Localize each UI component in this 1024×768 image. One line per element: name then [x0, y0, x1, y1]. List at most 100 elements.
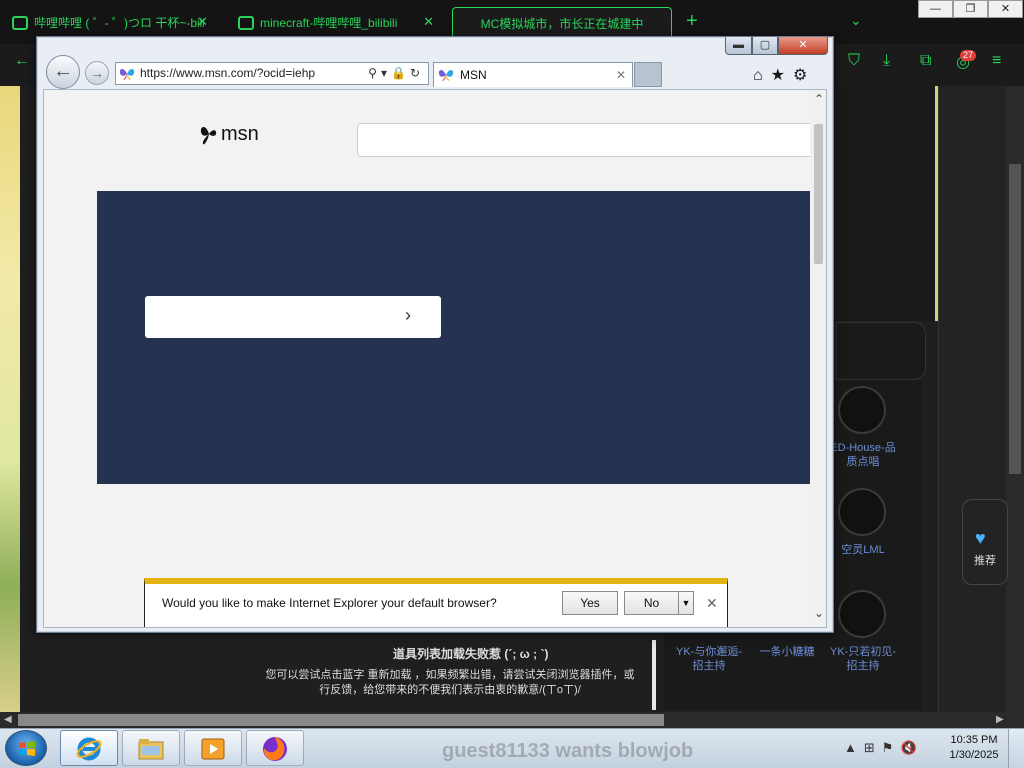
forward-button[interactable]: → — [85, 61, 109, 85]
minimize-button[interactable]: — — [918, 0, 953, 18]
bg-tab-bilibili-home[interactable]: 哔哩哔哩 ( ゜- ゜)つロ 干杯~-bili ✕ — [2, 7, 216, 37]
hero-action-button[interactable]: › — [145, 296, 441, 338]
dropdown-arrow-icon[interactable]: ▼ — [678, 591, 694, 615]
hero-banner: › — [97, 191, 811, 484]
recommend-button[interactable]: ♥ 推荐 — [962, 499, 1008, 585]
system-clock[interactable]: 10:35 PM 1/30/2025 — [944, 733, 1004, 763]
window-controls: — ❐ ✕ — [918, 0, 1024, 18]
up-label[interactable]: YK-只若初见-招主持 — [828, 645, 898, 673]
restore-button[interactable]: ❐ — [953, 0, 988, 18]
new-tab-button[interactable] — [634, 62, 662, 87]
start-button[interactable] — [5, 730, 47, 766]
scrollbar-thumb[interactable] — [814, 124, 823, 264]
taskbar-internet-explorer[interactable] — [60, 730, 118, 766]
internet-explorer-window: ▬ ▢ ✕ ← → https://www.msn.com/?ocid=iehp… — [36, 36, 834, 633]
url-text: https://www.msn.com/?ocid=iehp — [140, 66, 316, 80]
taskbar-firefox[interactable] — [246, 730, 304, 766]
maximize-button[interactable]: ▢ — [752, 37, 778, 55]
scroll-up-icon[interactable]: ⌃ — [812, 92, 826, 106]
scrollbar-thumb[interactable] — [1009, 164, 1021, 474]
lock-icon[interactable]: 🔒 — [391, 66, 410, 80]
bg-tab-mc-city[interactable]: MC模拟城市，市长正在城建中 — [452, 7, 672, 37]
ie-right-tools: ⌂★⚙ — [753, 65, 815, 85]
close-button[interactable]: ✕ — [778, 37, 828, 55]
favorites-star-icon[interactable]: ★ — [771, 67, 793, 84]
error-message-2: 行反馈，给您带来的不便我们表示由衷的歉意/(ㄒoㄒ)/ — [319, 684, 581, 696]
menu-icon[interactable]: ≡ — [992, 52, 1001, 70]
tab-label: MSN — [460, 68, 487, 82]
ghost-overlay-text: guest81133 wants blowjob — [442, 740, 694, 762]
bg-tab-title: minecraft-哔哩哔哩_bilibili — [260, 15, 398, 30]
up-label[interactable]: ED-House-品质点唱 — [828, 441, 898, 469]
vertical-scrollbar[interactable]: ⌃ ⌄ — [810, 90, 826, 627]
scrollbar-thumb[interactable] — [18, 714, 664, 726]
yes-button[interactable]: Yes — [562, 591, 618, 615]
search-input[interactable] — [357, 123, 817, 157]
home-icon[interactable]: ⌂ — [753, 67, 771, 84]
action-center-flag-icon[interactable]: ⚑ — [882, 740, 901, 755]
volume-muted-icon[interactable]: 🔇 — [900, 740, 923, 755]
scroll-right-icon[interactable]: ▶ — [996, 712, 1004, 728]
address-bar[interactable]: https://www.msn.com/?ocid=iehp ⚲▾🔒↻ — [115, 62, 429, 85]
search-icon[interactable]: ⚲ — [368, 66, 381, 80]
shield-icon[interactable]: ⛉ — [848, 52, 860, 70]
taskbar-windows-explorer[interactable] — [122, 730, 180, 766]
scroll-left-icon[interactable]: ◀ — [4, 712, 12, 728]
bg-tab-minecraft[interactable]: minecraft-哔哩哔哩_bilibili ✕ — [228, 7, 442, 37]
avatar[interactable] — [838, 386, 886, 434]
close-icon[interactable]: ✕ — [197, 7, 208, 37]
no-button[interactable]: No — [624, 591, 679, 615]
close-icon[interactable]: ✕ — [423, 7, 434, 37]
back-arrow-icon[interactable]: ← — [14, 52, 30, 70]
bg-tab-title: 哔哩哔哩 ( ゜- ゜)つロ 干杯~-bili — [34, 15, 204, 30]
up-label[interactable]: 空灵LML — [828, 543, 898, 557]
clock-time: 10:35 PM — [950, 734, 998, 746]
notification-badge: 27 — [960, 50, 977, 61]
msn-butterfly-icon — [438, 70, 454, 82]
page-viewport: msn › ⌃ ⌄ Would you like to make Interne… — [43, 89, 827, 628]
error-message: 您可以尝试点击蓝字 重新加载 ，如果频繁出错，请尝试关闭浏览器插件，或 — [265, 669, 635, 681]
tab-msn[interactable]: MSN ✕ — [433, 62, 633, 87]
show-desktop-button[interactable] — [1008, 729, 1024, 768]
windows-explorer-icon — [138, 739, 164, 760]
gear-icon[interactable]: ⚙ — [793, 67, 815, 84]
chevron-down-icon[interactable]: ⌄ — [850, 12, 862, 29]
scroll-down-icon[interactable]: ⌄ — [812, 606, 826, 620]
minimize-button[interactable]: ▬ — [725, 37, 752, 55]
firefox-icon — [263, 737, 287, 761]
avatar[interactable] — [838, 590, 886, 638]
title-bar[interactable] — [37, 37, 833, 61]
banner-art-right — [836, 86, 938, 321]
bilibili-tv-icon — [238, 15, 254, 30]
msn-logo[interactable]: msn — [200, 123, 259, 146]
msn-butterfly-icon — [119, 69, 135, 81]
avatar[interactable] — [838, 488, 886, 536]
media-player-icon — [201, 738, 225, 760]
dropdown-icon[interactable]: ▾ — [381, 66, 391, 80]
error-title: 道具列表加载失败惹 (´; ω ; `) — [393, 647, 549, 661]
network-icon[interactable]: ⊞ — [864, 740, 882, 755]
horizontal-scrollbar[interactable]: ◀ ▶ — [0, 712, 1024, 728]
divider — [652, 640, 656, 710]
page-scrollbar[interactable] — [1006, 86, 1024, 712]
refresh-icon[interactable]: ↻ — [410, 66, 424, 80]
up-label[interactable]: 一条小糖糖 — [752, 645, 822, 659]
show-hidden-icons-icon[interactable]: ▲ — [844, 740, 864, 755]
msn-logo-text: msn — [221, 123, 259, 145]
panel-tab — [836, 322, 926, 380]
clock-date: 1/30/2025 — [949, 749, 999, 761]
extensions-icon[interactable]: ⧉ — [920, 52, 931, 70]
bilibili-tv-icon — [12, 15, 28, 30]
new-tab-icon[interactable]: + — [686, 10, 698, 32]
up-label[interactable]: YK-与你邂逅-招主持 — [674, 645, 744, 673]
back-button[interactable]: ← — [46, 55, 80, 89]
download-icon[interactable]: ⤓ — [883, 52, 890, 70]
taskbar-media-player[interactable] — [184, 730, 242, 766]
close-icon[interactable]: ✕ — [616, 63, 626, 87]
recommend-label: 推荐 — [974, 555, 996, 567]
msn-butterfly-icon — [200, 126, 217, 145]
bg-tab-title: MC模拟城市，市长正在城建中 — [480, 16, 644, 31]
chevron-right-icon: › — [405, 305, 411, 325]
close-icon[interactable]: ✕ — [706, 595, 718, 612]
close-button[interactable]: ✕ — [988, 0, 1023, 18]
